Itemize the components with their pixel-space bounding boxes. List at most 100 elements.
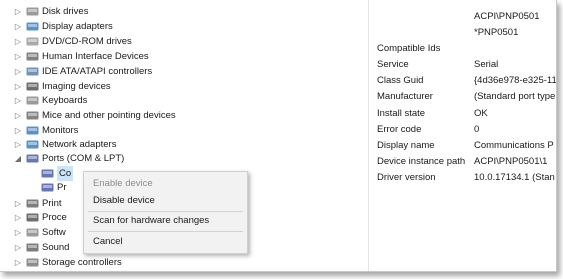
ide-controller-icon: [26, 66, 39, 77]
expand-arrow-icon[interactable]: ▷: [13, 49, 23, 64]
tree-category-item[interactable]: ▷ Network adapters: [0, 137, 368, 152]
tree-category-item[interactable]: ◢ Ports (COM & LPT): [0, 151, 368, 166]
property-row[interactable]: ACPI\PNP0501: [377, 9, 556, 24]
tree-item-label: Print: [42, 198, 62, 209]
tree-item-label: Keyboards: [42, 95, 88, 106]
property-value: Serial: [474, 59, 499, 70]
properties-pane: ACPI\PNP0501 *PNP0501 Compatible Ids Servic…: [377, 0, 556, 271]
property-row[interactable]: Compatible Ids: [377, 41, 556, 56]
property-row[interactable]: *PNP0501: [377, 25, 556, 40]
property-key: Device instance path: [377, 156, 466, 167]
tree-category-item[interactable]: ▷ Monitors: [0, 123, 368, 138]
tree-category-item[interactable]: ▷ Keyboards: [0, 93, 368, 108]
tree-item-label: Imaging devices: [42, 81, 111, 92]
property-row[interactable]: Device instance path ACPI\PNP0501\1: [377, 154, 556, 169]
tree-item-label: Pr: [57, 182, 67, 193]
property-value: 0: [474, 124, 480, 135]
property-value: *PNP0501: [474, 27, 519, 38]
tree-category-item[interactable]: ▷ Storage controllers: [0, 255, 368, 270]
tree-item-label: DVD/CD-ROM drives: [42, 36, 132, 47]
port-icon: [26, 153, 39, 164]
expand-arrow-icon[interactable]: ▷: [13, 255, 23, 270]
property-key: Compatible Ids: [377, 43, 441, 54]
expand-arrow-icon[interactable]: ▷: [13, 93, 23, 108]
expand-arrow-icon[interactable]: ▷: [13, 210, 23, 225]
property-key: Service: [377, 59, 409, 70]
expand-arrow-icon[interactable]: ▷: [13, 19, 23, 34]
menu-separator: [88, 211, 243, 212]
property-row[interactable]: Manufacturer (Standard port type: [377, 89, 556, 104]
tree-category-item[interactable]: ▷ DVD/CD-ROM drives: [0, 34, 368, 49]
tree-category-item[interactable]: ▷ Human Interface Devices: [0, 49, 368, 64]
property-row[interactable]: Error code 0: [377, 122, 556, 137]
menu-separator: [88, 231, 243, 232]
context-menu: Enable device Disable device Scan for ha…: [83, 171, 248, 254]
tree-item-label: Storage controllers: [42, 257, 122, 268]
software-device-icon: [26, 227, 39, 238]
property-key: Manufacturer: [377, 91, 433, 102]
tree-item-label: Ports (COM & LPT): [42, 153, 125, 164]
property-row[interactable]: Class Guid {4d36e978-e325-11: [377, 73, 556, 88]
property-value: ACPI\PNP0501\1: [474, 156, 548, 167]
port-icon: [41, 168, 54, 179]
tree-item-label: Proce: [42, 212, 67, 223]
menu-item-disable-device[interactable]: Disable device: [93, 193, 155, 208]
property-row[interactable]: Display name Communications P: [377, 138, 556, 153]
processor-icon: [26, 212, 39, 223]
tree-category-item[interactable]: ▷ Mice and other pointing devices: [0, 108, 368, 123]
pane-splitter[interactable]: [368, 0, 369, 271]
expand-arrow-icon[interactable]: ▷: [13, 137, 23, 152]
monitor-icon: [26, 125, 39, 136]
network-adapter-icon: [26, 139, 39, 150]
property-value: {4d36e978-e325-11: [474, 75, 556, 86]
property-value: Communications P: [474, 140, 554, 151]
property-row[interactable]: Install state OK: [377, 106, 556, 121]
expand-arrow-icon[interactable]: ▷: [13, 4, 23, 19]
display-adapter-icon: [26, 21, 39, 32]
property-key: Class Guid: [377, 75, 424, 86]
tree-item-label: Monitors: [42, 125, 79, 136]
tree-category-item[interactable]: ▷ IDE ATA/ATAPI controllers: [0, 64, 368, 79]
speaker-icon: [26, 242, 39, 253]
tree-item-label: Sound: [42, 242, 70, 253]
tree-item-label: Human Interface Devices: [42, 51, 149, 62]
hid-icon: [26, 51, 39, 62]
menu-item-scan-hardware[interactable]: Scan for hardware changes: [93, 213, 209, 228]
storage-controller-icon: [26, 257, 39, 268]
property-value: OK: [474, 108, 488, 119]
camera-icon: [26, 81, 39, 92]
expand-arrow-icon[interactable]: ▷: [13, 64, 23, 79]
disk-drive-icon: [26, 6, 39, 17]
tree-item-label: Disk drives: [42, 6, 89, 17]
tree-item-label: Mice and other pointing devices: [42, 110, 176, 121]
expand-arrow-icon[interactable]: ▷: [13, 79, 23, 94]
menu-item-cancel[interactable]: Cancel: [93, 234, 123, 249]
tree-item-label: IDE ATA/ATAPI controllers: [42, 66, 153, 77]
expand-arrow-icon-expanded[interactable]: ◢: [13, 151, 23, 166]
tree-category-item[interactable]: ▷ Disk drives: [0, 4, 368, 19]
expand-arrow-icon[interactable]: ▷: [13, 240, 23, 255]
tree-category-item[interactable]: ▷ Imaging devices: [0, 79, 368, 94]
expand-arrow-icon[interactable]: ▷: [13, 123, 23, 138]
tree-item-label: Co: [57, 166, 74, 181]
dvd-drive-icon: [26, 36, 39, 47]
tree-category-item[interactable]: ▷ Display adapters: [0, 19, 368, 34]
printer-icon: [26, 198, 39, 209]
expand-arrow-icon[interactable]: ▷: [13, 108, 23, 123]
tree-item-label: Softw: [42, 227, 66, 238]
mouse-icon: [26, 110, 39, 121]
expand-arrow-icon[interactable]: ▷: [13, 196, 23, 211]
tree-item-label: Network adapters: [42, 139, 117, 150]
expand-arrow-icon[interactable]: ▷: [13, 225, 23, 240]
property-row[interactable]: Driver version 10.0.17134.1 (Stan: [377, 170, 556, 185]
property-key: Driver version: [377, 172, 436, 183]
property-key: Install state: [377, 108, 426, 119]
property-value: ACPI\PNP0501: [474, 11, 540, 22]
property-value: 10.0.17134.1 (Stan: [474, 172, 555, 183]
property-value: (Standard port type: [474, 91, 556, 102]
property-key: Error code: [377, 124, 422, 135]
property-key: Display name: [377, 140, 435, 151]
expand-arrow-icon[interactable]: ▷: [13, 34, 23, 49]
menu-item-enable-device: Enable device: [93, 178, 153, 189]
property-row[interactable]: Service Serial: [377, 57, 556, 72]
